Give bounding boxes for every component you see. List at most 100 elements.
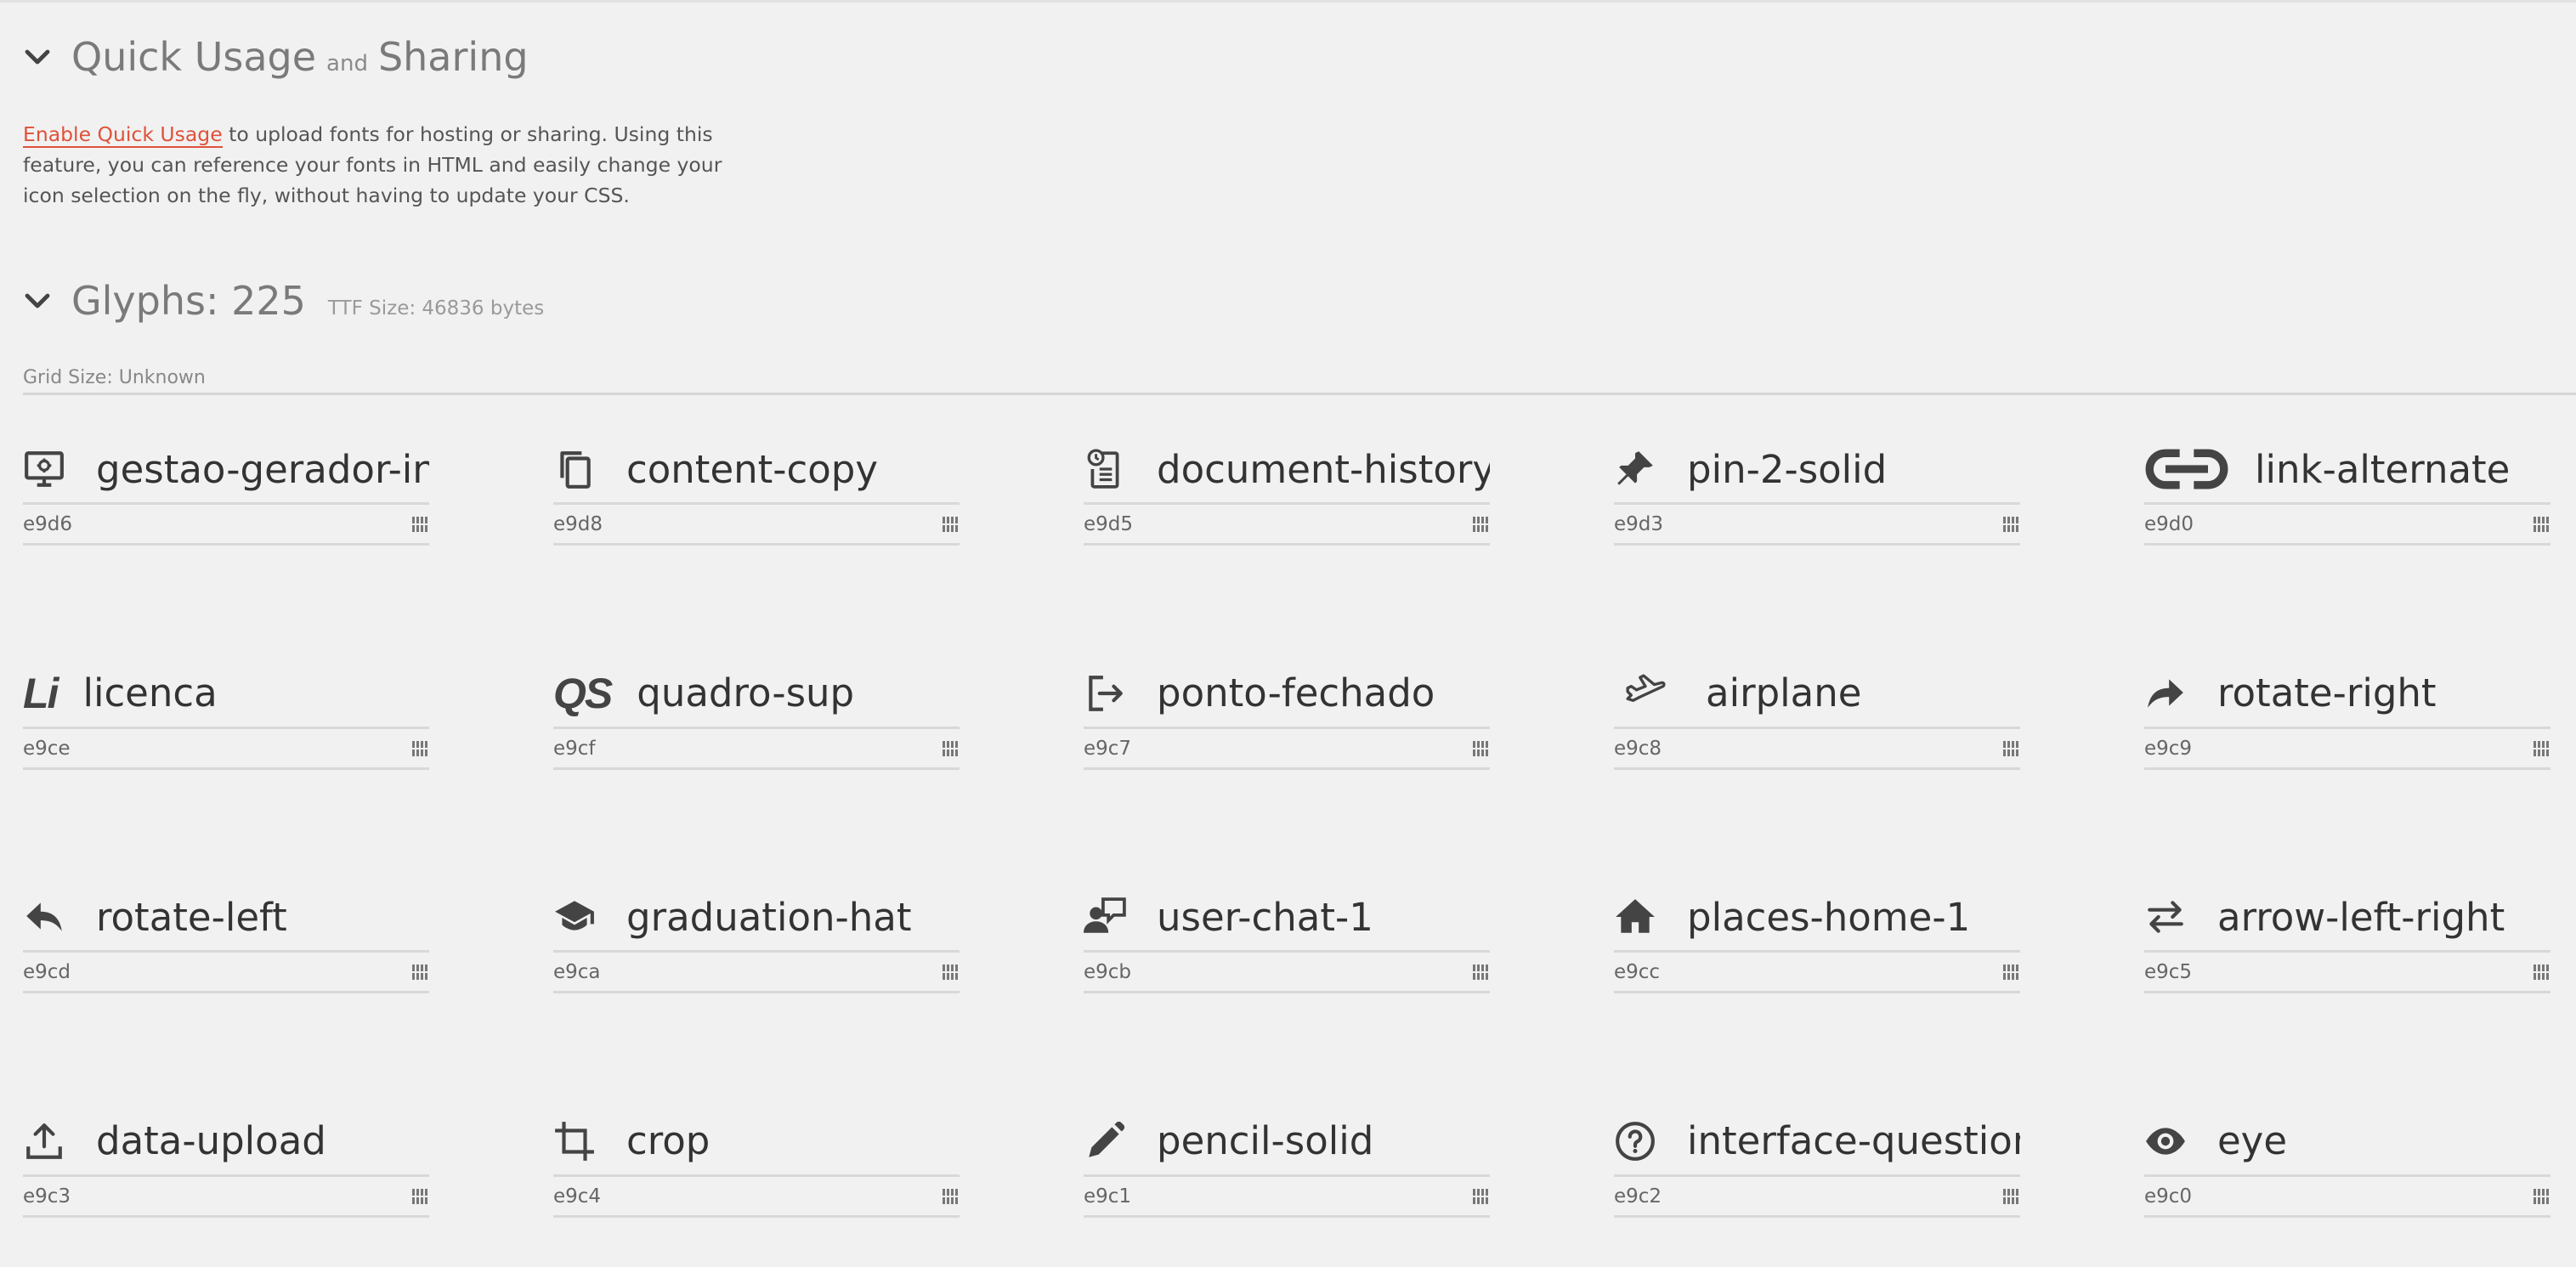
glyph-name[interactable]: licenca (82, 670, 217, 716)
glyph-item[interactable]: data-upload e9c3 (23, 1107, 429, 1218)
glyph-code[interactable]: e9d8 (553, 513, 603, 535)
glyph-name-underline (1614, 1174, 2020, 1177)
glyph-code[interactable]: e9c4 (553, 1185, 601, 1208)
glyph-item[interactable]: gestao-gerador-int e9d6 (23, 435, 429, 546)
glyph-name[interactable]: pin-2-solid (1687, 447, 1887, 492)
glyph-item[interactable]: ponto-fechado e9c7 (1084, 659, 1490, 770)
glyph-code[interactable]: e9ce (23, 738, 71, 760)
glyph-item[interactable]: rotate-left e9cd (23, 883, 429, 993)
glyph-name-underline (23, 950, 429, 953)
glyph-code[interactable]: e9c9 (2144, 738, 2192, 760)
glyph-item[interactable]: Li licenca e9ce (23, 659, 429, 770)
glyph-code[interactable]: e9c2 (1614, 1185, 1662, 1208)
glyph-code-underline (1614, 766, 2020, 770)
monitor-icon[interactable] (23, 445, 71, 493)
glyph-code[interactable]: e9c7 (1084, 738, 1131, 760)
glyph-code-underline (2144, 543, 2551, 546)
glyph-name-underline (553, 950, 960, 953)
glyph-name-underline (1084, 1174, 1490, 1177)
glyph-item[interactable]: crop e9c4 (553, 1107, 960, 1218)
glyph-name[interactable]: interface-question- (1687, 1118, 2020, 1163)
upload-icon[interactable] (23, 1117, 71, 1165)
arrow-left-right-icon[interactable] (2144, 893, 2192, 941)
crop-icon[interactable] (553, 1117, 601, 1165)
glyph-item[interactable]: arrow-left-right e9c5 (2144, 883, 2551, 993)
glyph-name[interactable]: places-home-1 (1687, 895, 1970, 940)
glyph-item[interactable]: places-home-1 e9cc (1614, 883, 2020, 993)
glyph-name[interactable]: rotate-left (96, 895, 287, 940)
glyph-name-underline (553, 726, 960, 729)
document-history-icon[interactable] (1084, 445, 1131, 493)
glyph-item[interactable]: link-alternate e9d0 (2144, 435, 2551, 546)
link-icon[interactable] (2144, 445, 2229, 493)
glyph-header: QS quadro-sup (553, 659, 960, 727)
glyph-item[interactable]: airplane e9c8 (1614, 659, 2020, 770)
airplane-icon[interactable] (1614, 670, 1680, 717)
glyph-item[interactable]: document-history e9d5 (1084, 435, 1490, 546)
glyph-name[interactable]: ponto-fechado (1157, 670, 1435, 716)
pin-icon[interactable] (1614, 445, 1662, 493)
user-chat-icon[interactable] (1084, 893, 1131, 941)
rotate-right-icon[interactable] (2144, 670, 2192, 717)
glyph-code[interactable]: e9c8 (1614, 738, 1662, 760)
glyph-item[interactable]: QS quadro-sup e9cf (553, 659, 960, 770)
chevron-down-icon[interactable] (22, 42, 53, 72)
glyph-code[interactable]: e9d3 (1614, 513, 1663, 535)
glyph-name[interactable]: pencil-solid (1157, 1118, 1373, 1163)
glyph-name[interactable]: rotate-right (2217, 670, 2437, 716)
glyph-item[interactable]: rotate-right e9c9 (2144, 659, 2551, 770)
chevron-down-icon[interactable] (22, 286, 53, 316)
glyph-header: eye (2144, 1107, 2551, 1175)
glyph-item[interactable]: graduation-hat e9ca (553, 883, 960, 993)
glyph-name[interactable]: eye (2217, 1118, 2287, 1163)
glyph-name[interactable]: document-history (1157, 447, 1490, 492)
quick-usage-header[interactable]: Quick Usage and Sharing (22, 34, 529, 80)
glyph-code[interactable]: e9ca (553, 961, 601, 983)
rotate-left-icon[interactable] (23, 893, 71, 941)
glyph-header: rotate-right (2144, 659, 2551, 727)
glyph-item[interactable]: eye e9c0 (2144, 1107, 2551, 1218)
glyph-code[interactable]: e9d5 (1084, 513, 1133, 535)
glyphs-header[interactable]: Glyphs: 225 TTF Size: 46836 bytes (22, 278, 544, 324)
logout-icon[interactable] (1084, 670, 1131, 717)
glyph-code-underline (2144, 766, 2551, 770)
glyph-code[interactable]: e9d6 (23, 513, 72, 535)
glyph-code-underline (1084, 991, 1490, 993)
glyph-name[interactable]: user-chat-1 (1157, 895, 1373, 940)
glyph-preview-icon (943, 512, 960, 537)
pencil-icon[interactable] (1084, 1117, 1131, 1165)
glyph-code[interactable]: e9cb (1084, 961, 1131, 983)
home-icon[interactable] (1614, 893, 1662, 941)
glyph-name[interactable]: arrow-left-right (2217, 895, 2505, 940)
enable-quick-usage-link[interactable]: Enable Quick Usage (23, 122, 223, 148)
glyph-item[interactable]: content-copy e9d8 (553, 435, 960, 546)
copy-icon[interactable] (553, 445, 601, 493)
eye-icon[interactable] (2144, 1117, 2192, 1165)
glyph-item[interactable]: pin-2-solid e9d3 (1614, 435, 2020, 546)
quick-usage-title: Quick Usage (71, 34, 317, 80)
glyph-code[interactable]: e9c3 (23, 1185, 71, 1208)
glyph-item[interactable]: interface-question-e9c2 (1614, 1107, 2020, 1218)
glyph-name[interactable]: content-copy (626, 447, 878, 492)
question-circle-icon[interactable] (1614, 1117, 1662, 1165)
glyph-name[interactable]: data-upload (96, 1118, 326, 1163)
glyph-preview-icon (1473, 959, 1490, 985)
glyph-code[interactable]: e9cc (1614, 961, 1660, 983)
glyph-code[interactable]: e9cf (553, 738, 596, 760)
glyph-name-underline (1084, 950, 1490, 953)
glyph-name[interactable]: gestao-gerador-int (96, 447, 429, 492)
glyph-name[interactable]: crop (626, 1118, 710, 1163)
glyph-code[interactable]: e9c1 (1084, 1185, 1131, 1208)
glyph-name[interactable]: airplane (1706, 670, 1861, 716)
glyph-name[interactable]: quadro-sup (637, 670, 854, 716)
glyph-code[interactable]: e9d0 (2144, 513, 2194, 535)
glyph-name[interactable]: graduation-hat (626, 895, 911, 940)
graduation-hat-icon[interactable] (553, 893, 601, 941)
glyph-item[interactable]: user-chat-1 e9cb (1084, 883, 1490, 993)
glyph-item[interactable]: pencil-solid e9c1 (1084, 1107, 1490, 1218)
glyph-code[interactable]: e9cd (23, 961, 71, 983)
glyph-preview-icon (2003, 959, 2020, 985)
glyph-code[interactable]: e9c0 (2144, 1185, 2192, 1208)
glyph-code[interactable]: e9c5 (2144, 961, 2192, 983)
glyph-name[interactable]: link-alternate (2255, 447, 2510, 492)
